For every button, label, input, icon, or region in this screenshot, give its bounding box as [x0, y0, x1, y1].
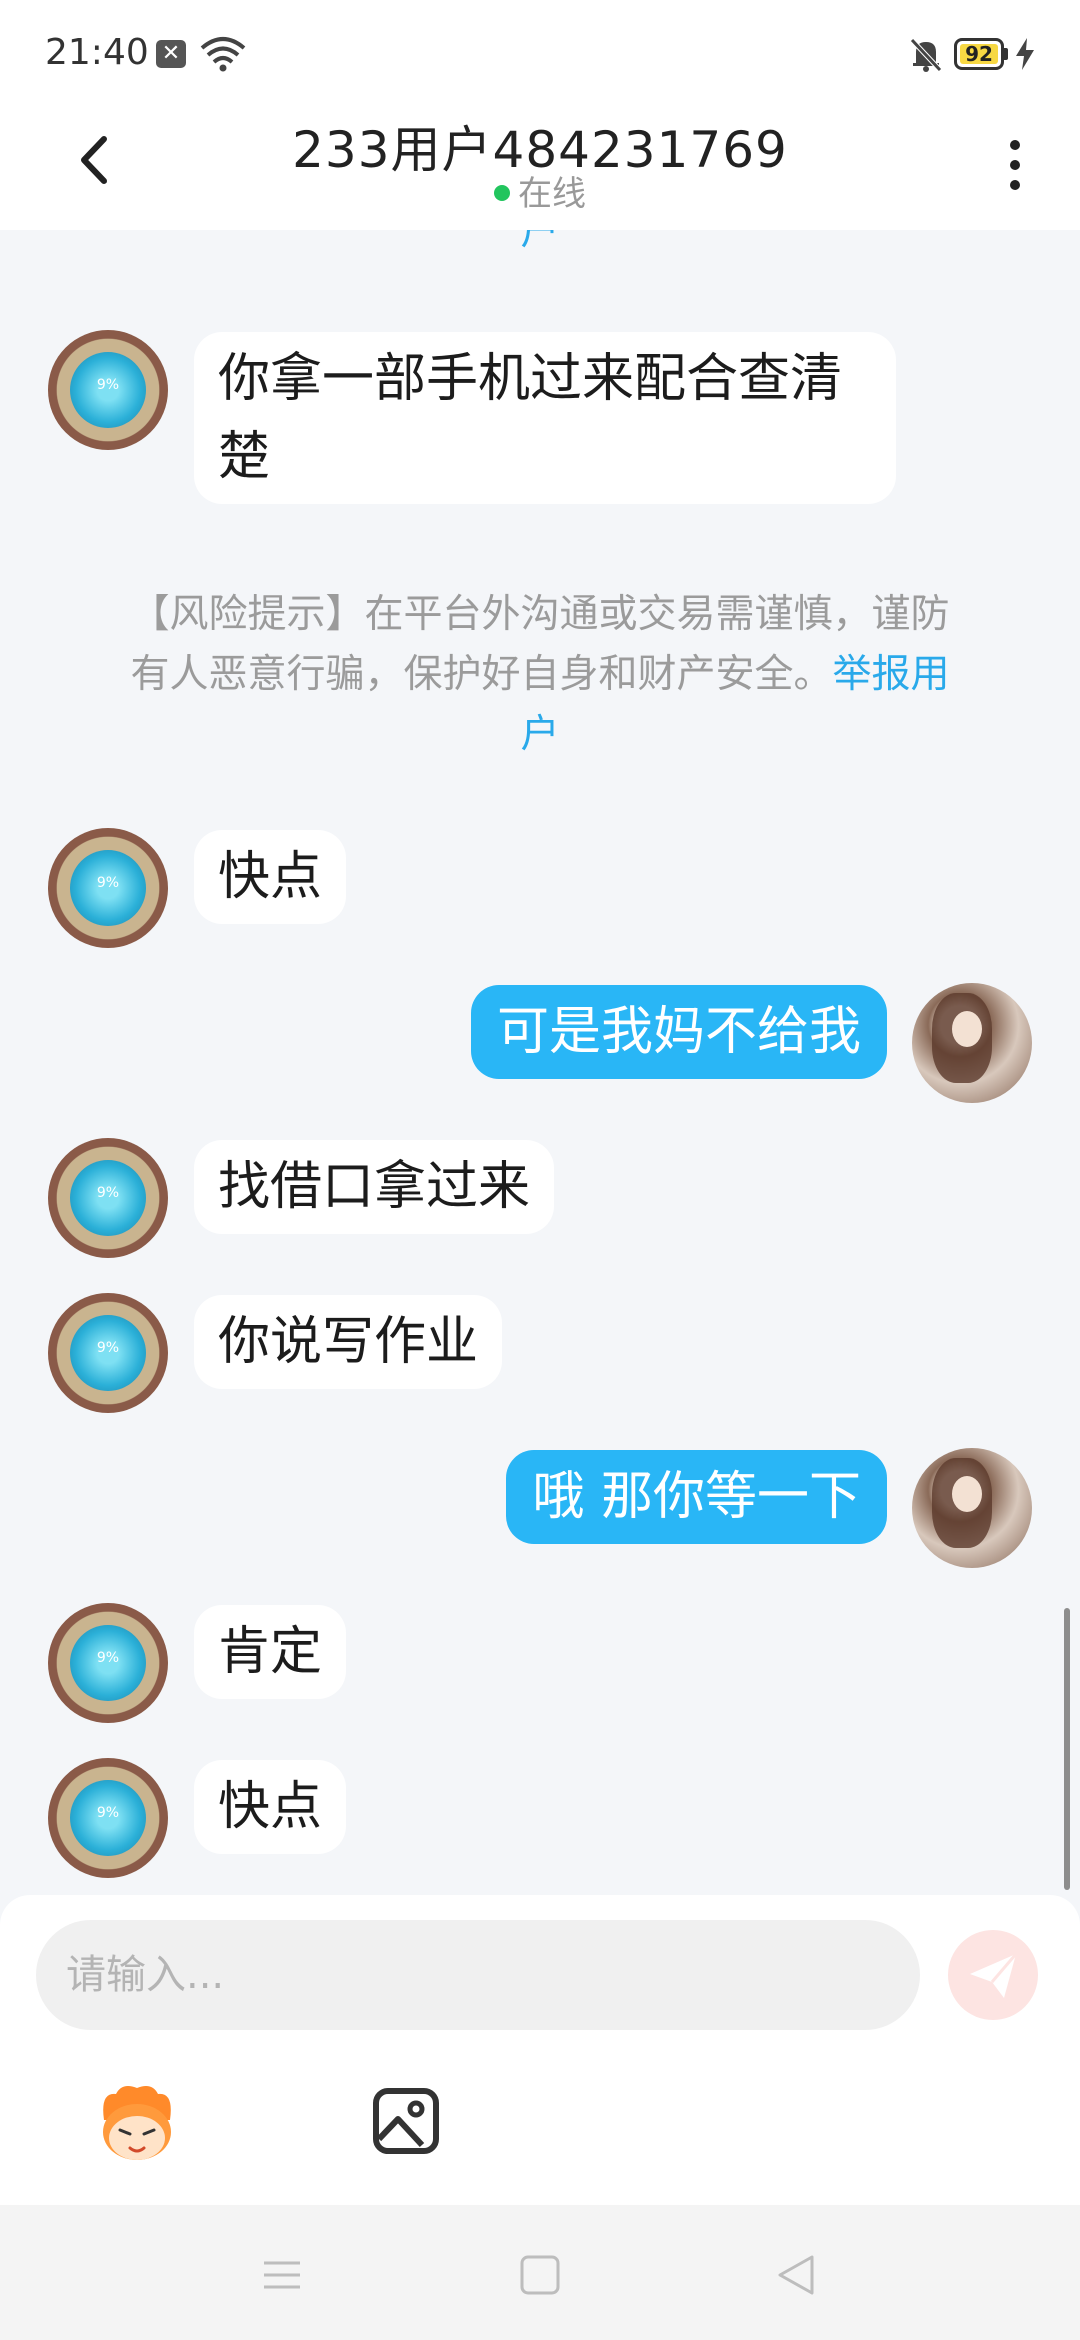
avatar-label: 9% — [96, 1805, 120, 1821]
emoji-mascot-icon[interactable] — [92, 2080, 182, 2170]
back-triangle-icon[interactable] — [774, 2253, 818, 2297]
message-bubble-received[interactable]: 找借口拿过来 — [194, 1140, 555, 1234]
avatar-label: 9% — [96, 1650, 120, 1666]
message-bubble-received[interactable]: 快点 — [194, 830, 347, 924]
message-bubble-received[interactable]: 肯定 — [194, 1605, 347, 1699]
message-bubble-sent[interactable]: 哦 那你等一下 — [506, 1450, 887, 1544]
avatar[interactable]: 9% — [48, 1293, 168, 1413]
avatar-label: 9% — [96, 377, 120, 393]
avatar[interactable] — [912, 1448, 1032, 1568]
avatar-label: 9% — [96, 1340, 120, 1356]
chat-header: 233用户484231769 在线 — [0, 110, 1080, 230]
composer — [0, 1895, 1080, 2205]
send-button[interactable] — [948, 1930, 1038, 2020]
risk-notice-partial: 户 — [100, 230, 980, 262]
battery-icon: 92 — [954, 38, 1004, 70]
online-dot-icon — [494, 184, 510, 201]
message-input[interactable] — [36, 1920, 920, 2030]
status-time: 21:40 — [45, 32, 149, 73]
avatar-label: 9% — [96, 1185, 120, 1201]
wifi-icon — [200, 37, 246, 72]
more-vertical-icon[interactable] — [990, 130, 1040, 200]
avatar[interactable] — [912, 983, 1032, 1103]
charging-icon — [1016, 38, 1034, 70]
notification-x-icon: ✕ — [156, 40, 186, 68]
bell-muted-icon — [910, 38, 942, 72]
chat-scrollbar[interactable] — [1064, 1608, 1070, 1890]
avatar[interactable]: 9% — [48, 1758, 168, 1878]
system-nav-bar — [0, 2205, 1080, 2340]
image-icon[interactable] — [370, 2085, 442, 2157]
report-user-link[interactable]: 户 — [520, 230, 559, 254]
avatar[interactable]: 9% — [48, 330, 168, 450]
avatar[interactable]: 9% — [48, 1138, 168, 1258]
risk-notice-line: 有人恶意行骗，保护好自身和财产安全。 — [130, 652, 833, 697]
report-user-link[interactable]: 户 — [100, 705, 980, 765]
avatar[interactable]: 9% — [48, 828, 168, 948]
report-user-link[interactable]: 举报用 — [833, 652, 950, 697]
avatar[interactable]: 9% — [48, 1603, 168, 1723]
message-bubble-received[interactable]: 你拿一部手机过来配合查清楚 — [194, 332, 896, 504]
home-icon[interactable] — [518, 2253, 562, 2297]
status-bar: 21:40 ✕ 92 — [0, 0, 1080, 110]
risk-notice: 【风险提示】在平台外沟通或交易需谨慎，谨防 有人恶意行骗，保护好自身和财产安全。… — [100, 585, 980, 765]
battery-level: 92 — [965, 42, 993, 66]
avatar-label: 9% — [96, 875, 120, 891]
online-status: 在线 — [0, 166, 1080, 215]
risk-notice-line: 【风险提示】在平台外沟通或交易需谨慎，谨防 — [130, 592, 950, 637]
online-status-label: 在线 — [518, 174, 586, 214]
chat-messages[interactable]: 户 9% 你拿一部手机过来配合查清楚 【风险提示】在平台外沟通或交易需谨慎，谨防… — [0, 230, 1080, 1895]
message-bubble-sent[interactable]: 可是我妈不给我 — [470, 985, 887, 1079]
message-bubble-received[interactable]: 快点 — [194, 1760, 347, 1854]
send-icon — [970, 1953, 1018, 1998]
message-bubble-received[interactable]: 你说写作业 — [194, 1295, 503, 1389]
menu-icon[interactable] — [260, 2253, 304, 2297]
